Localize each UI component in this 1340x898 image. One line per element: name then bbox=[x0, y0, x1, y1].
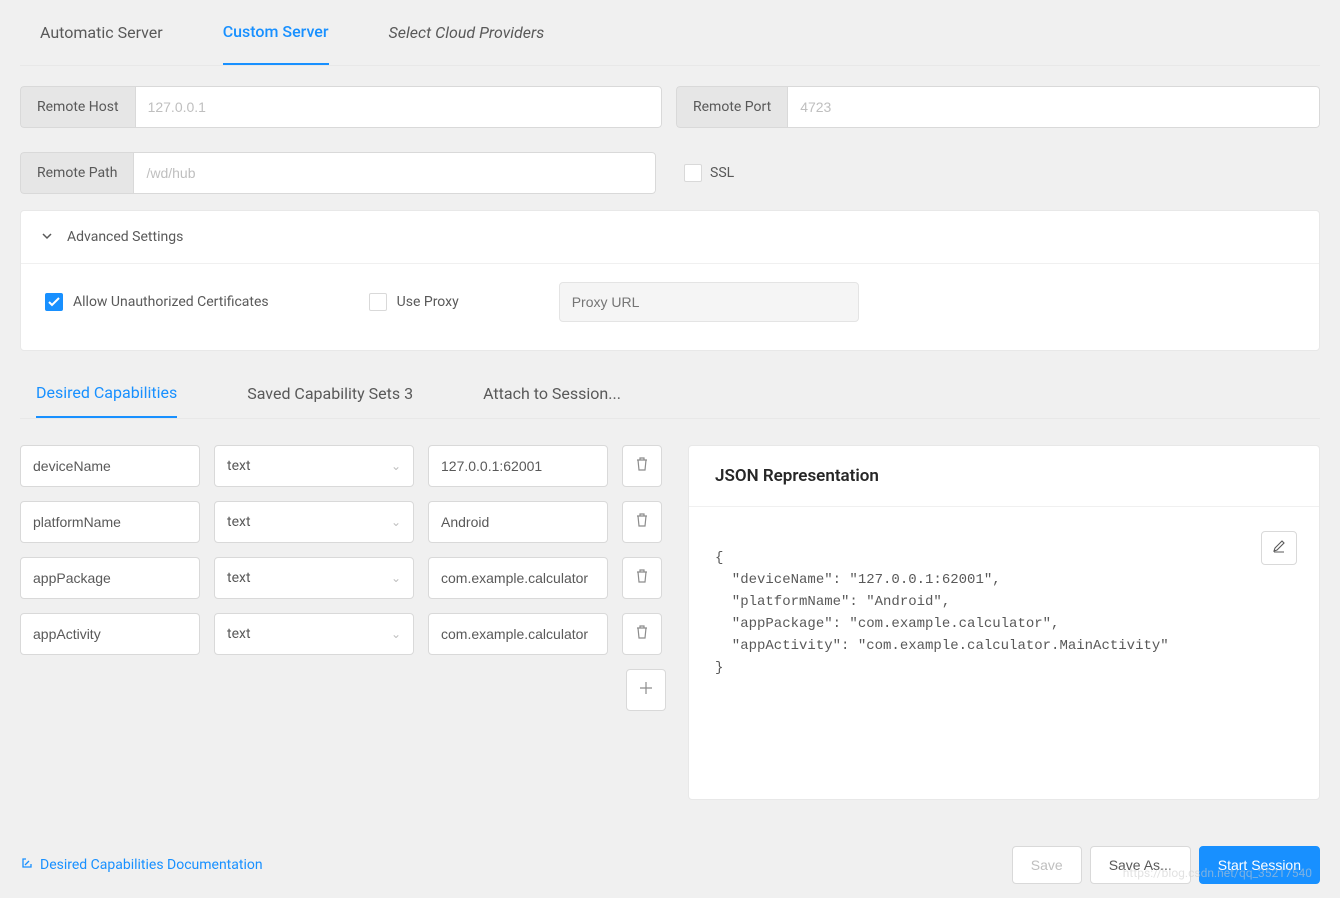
proxy-url-input bbox=[559, 282, 859, 322]
capability-row: text⌄ bbox=[20, 501, 666, 543]
plus-icon bbox=[639, 681, 653, 699]
docs-link[interactable]: Desired Capabilities Documentation bbox=[20, 856, 263, 874]
cap-value-input[interactable] bbox=[428, 557, 608, 599]
save-button[interactable]: Save bbox=[1012, 846, 1082, 884]
footer: Desired Capabilities Documentation Save … bbox=[20, 846, 1320, 884]
json-representation-panel: JSON Representation { "deviceName": "127… bbox=[688, 445, 1320, 800]
add-capability-button[interactable] bbox=[626, 669, 666, 711]
remote-host-label: Remote Host bbox=[20, 86, 135, 128]
cap-value-input[interactable] bbox=[428, 613, 608, 655]
chevron-down-icon: ⌄ bbox=[391, 571, 401, 585]
remote-path-input[interactable] bbox=[133, 152, 656, 194]
cap-value-input[interactable] bbox=[428, 501, 608, 543]
cap-type-select[interactable]: text⌄ bbox=[214, 445, 414, 487]
use-proxy-label: Use Proxy bbox=[397, 294, 459, 310]
chevron-down-icon: ⌄ bbox=[391, 627, 401, 641]
tab-cloud-providers[interactable]: Select Cloud Providers bbox=[389, 0, 545, 65]
capability-tabs: Desired Capabilities Saved Capability Se… bbox=[20, 369, 1320, 419]
allow-unauth-checkbox[interactable] bbox=[45, 293, 63, 311]
advanced-settings-title: Advanced Settings bbox=[67, 229, 183, 245]
remote-config: Remote Host Remote Port Remote Path SSL bbox=[20, 66, 1320, 210]
capability-row: text⌄ bbox=[20, 557, 666, 599]
delete-button[interactable] bbox=[622, 613, 662, 655]
delete-button[interactable] bbox=[622, 445, 662, 487]
remote-host-input[interactable] bbox=[135, 86, 662, 128]
capability-row: text⌄ bbox=[20, 445, 666, 487]
save-as-button[interactable]: Save As... bbox=[1090, 846, 1191, 884]
cap-name-input[interactable] bbox=[20, 445, 200, 487]
edit-json-button[interactable] bbox=[1261, 531, 1297, 565]
advanced-settings-panel: Advanced Settings Allow Unauthorized Cer… bbox=[20, 210, 1320, 351]
cap-value-input[interactable] bbox=[428, 445, 608, 487]
delete-button[interactable] bbox=[622, 501, 662, 543]
trash-icon bbox=[635, 625, 649, 643]
json-title: JSON Representation bbox=[689, 446, 1319, 507]
tab-saved-capability-sets[interactable]: Saved Capability Sets 3 bbox=[247, 369, 413, 418]
remote-port-group: Remote Port bbox=[676, 86, 1320, 128]
start-session-button[interactable]: Start Session bbox=[1199, 846, 1320, 884]
trash-icon bbox=[635, 513, 649, 531]
tab-custom-server[interactable]: Custom Server bbox=[223, 0, 329, 65]
link-icon bbox=[20, 856, 34, 874]
capability-row: text⌄ bbox=[20, 613, 666, 655]
tab-attach-session[interactable]: Attach to Session... bbox=[483, 369, 621, 418]
cap-type-select[interactable]: text⌄ bbox=[214, 501, 414, 543]
cap-type-select[interactable]: text⌄ bbox=[214, 557, 414, 599]
cap-name-input[interactable] bbox=[20, 613, 200, 655]
remote-port-label: Remote Port bbox=[676, 86, 787, 128]
cap-name-input[interactable] bbox=[20, 501, 200, 543]
delete-button[interactable] bbox=[622, 557, 662, 599]
remote-path-label: Remote Path bbox=[20, 152, 133, 194]
cap-type-select[interactable]: text⌄ bbox=[214, 613, 414, 655]
trash-icon bbox=[635, 569, 649, 587]
advanced-settings-toggle[interactable]: Advanced Settings bbox=[21, 211, 1319, 263]
tab-automatic-server[interactable]: Automatic Server bbox=[40, 0, 163, 65]
chevron-down-icon: ⌄ bbox=[391, 515, 401, 529]
trash-icon bbox=[635, 457, 649, 475]
server-tabs: Automatic Server Custom Server Select Cl… bbox=[20, 0, 1320, 66]
chevron-down-icon bbox=[41, 230, 53, 245]
remote-host-group: Remote Host bbox=[20, 86, 662, 128]
tab-desired-capabilities[interactable]: Desired Capabilities bbox=[36, 369, 177, 418]
ssl-checkbox[interactable] bbox=[684, 164, 702, 182]
remote-port-input[interactable] bbox=[787, 86, 1320, 128]
remote-path-group: Remote Path bbox=[20, 152, 656, 194]
allow-unauth-label: Allow Unauthorized Certificates bbox=[73, 294, 269, 310]
chevron-down-icon: ⌄ bbox=[391, 459, 401, 473]
cap-name-input[interactable] bbox=[20, 557, 200, 599]
pencil-icon bbox=[1272, 539, 1286, 557]
capabilities-editor: text⌄ text⌄ text⌄ text⌄ bbox=[20, 445, 666, 711]
ssl-label: SSL bbox=[710, 165, 734, 181]
json-code: { "deviceName": "127.0.0.1:62001", "plat… bbox=[715, 547, 1293, 679]
use-proxy-checkbox[interactable] bbox=[369, 293, 387, 311]
